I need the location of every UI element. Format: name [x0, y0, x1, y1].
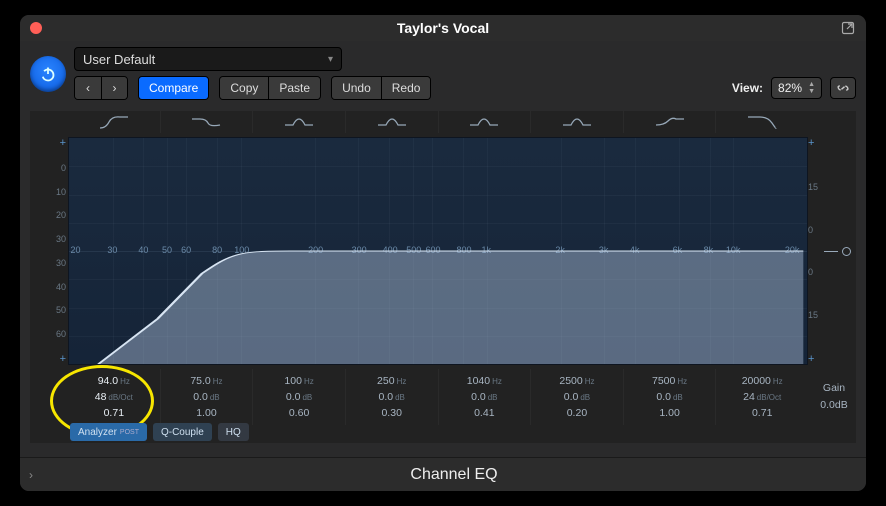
eq-area: + 0 10 20 30 30 40 50 60 + + 15 0 0 15 + — [30, 111, 856, 443]
band-1-params[interactable]: 94.0Hz 48dB/Oct 0.71 — [68, 369, 161, 425]
band-shape-row — [68, 111, 808, 133]
bottom-toggles: AnalyzerPOST Q-Couple HQ — [70, 421, 249, 443]
eq-curve — [69, 138, 807, 364]
prev-preset-button[interactable]: ‹ — [75, 77, 101, 99]
band-6-params[interactable]: 2500Hz 0.0dB 0.20 — [531, 369, 624, 425]
zoom-stepper[interactable]: 82% ▲▼ — [771, 77, 822, 99]
next-preset-button[interactable]: › — [101, 77, 127, 99]
band-shape-lowshelf[interactable] — [161, 111, 254, 133]
preset-select[interactable]: User Default ▾ — [74, 47, 342, 71]
disclosure-icon[interactable]: › — [20, 468, 42, 482]
plugin-name: Channel EQ — [42, 466, 866, 484]
compare-button[interactable]: Compare — [139, 77, 208, 99]
band-shape-highshelf[interactable] — [624, 111, 717, 133]
chevron-down-icon: ▾ — [328, 54, 333, 65]
band-shape-peak-3[interactable] — [439, 111, 532, 133]
analyzer-toggle[interactable]: AnalyzerPOST — [70, 423, 147, 441]
stepper-icon: ▲▼ — [808, 81, 815, 95]
band-3-params[interactable]: 100Hz 0.0dB 0.60 — [253, 369, 346, 425]
q-couple-toggle[interactable]: Q-Couple — [153, 423, 212, 441]
plugin-header-controls: User Default ▾ ‹ › Compare Copy Paste Un… — [20, 41, 866, 104]
view-label: View: — [732, 81, 763, 95]
titlebar: Taylor's Vocal — [20, 15, 866, 41]
window-menu-icon[interactable] — [840, 20, 856, 36]
copy-button[interactable]: Copy — [220, 77, 268, 99]
undo-button[interactable]: Undo — [332, 77, 381, 99]
band-shape-lp[interactable] — [716, 111, 808, 133]
band-shape-peak-4[interactable] — [531, 111, 624, 133]
link-button[interactable] — [830, 77, 856, 99]
redo-button[interactable]: Redo — [381, 77, 431, 99]
output-gain-handle[interactable] — [838, 243, 854, 259]
zoom-value: 82% — [778, 81, 802, 95]
band-shape-peak-1[interactable] — [253, 111, 346, 133]
band-shape-hp[interactable] — [68, 111, 161, 133]
window-title: Taylor's Vocal — [20, 20, 866, 36]
band-7-params[interactable]: 7500Hz 0.0dB 1.00 — [624, 369, 717, 425]
bypass-button[interactable] — [30, 56, 66, 92]
band-5-params[interactable]: 1040Hz 0.0dB 0.41 — [439, 369, 532, 425]
preset-name: User Default — [83, 52, 155, 67]
plugin-footer: › Channel EQ — [20, 457, 866, 491]
output-gain-readout[interactable]: Gain 0.0dB — [812, 369, 856, 425]
paste-button[interactable]: Paste — [268, 77, 320, 99]
band-params-row: 94.0Hz 48dB/Oct 0.71 75.0Hz 0.0dB 1.00 1… — [68, 369, 808, 425]
band-2-params[interactable]: 75.0Hz 0.0dB 1.00 — [161, 369, 254, 425]
band-4-params[interactable]: 250Hz 0.0dB 0.30 — [346, 369, 439, 425]
hq-toggle[interactable]: HQ — [218, 423, 249, 441]
db-scale-left: + 0 10 20 30 30 40 50 60 + — [32, 137, 66, 365]
band-8-params[interactable]: 20000Hz 24dB/Oct 0.71 — [716, 369, 808, 425]
preset-nav-seg: ‹ › — [74, 76, 128, 100]
eq-graph[interactable]: 20 30 40 50 60 80 100 200 300 400 500 60… — [68, 137, 808, 365]
plugin-window: Taylor's Vocal User Default ▾ ‹ › Compar… — [20, 15, 866, 491]
band-shape-peak-2[interactable] — [346, 111, 439, 133]
